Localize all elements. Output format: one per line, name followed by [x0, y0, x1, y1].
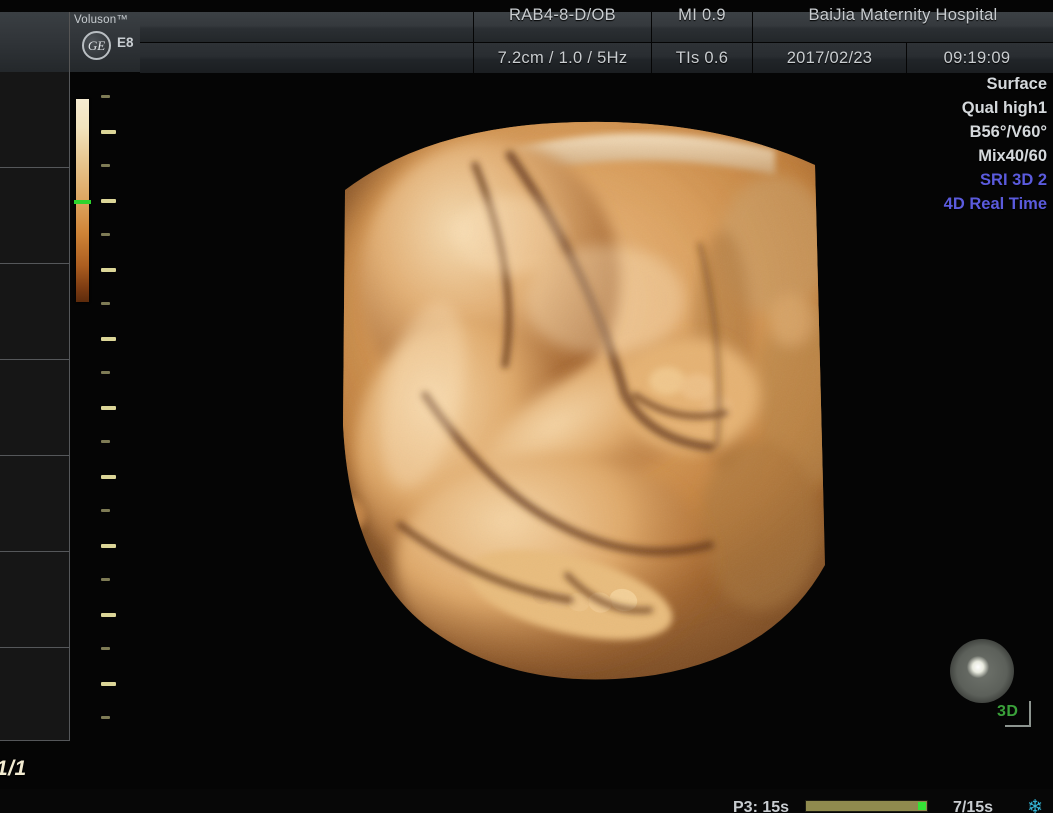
- page-indicator: 1/1: [0, 757, 27, 780]
- status-bar: P3: 15s 7/15s ❄: [0, 789, 1053, 813]
- axis-horizontal-icon: [1005, 725, 1031, 727]
- header-blank-left-row2: [140, 43, 473, 73]
- ruler-tick-major: [101, 681, 116, 686]
- ruler-tick-minor: [101, 647, 110, 650]
- cine-progress-bar[interactable]: [805, 800, 928, 812]
- header-blank-left-row1: [140, 12, 473, 42]
- ge-monogram-label: GE: [87, 38, 106, 53]
- ruler-tick-major: [101, 267, 116, 272]
- ruler-tick-minor: [101, 440, 110, 443]
- time-label: 09:19:09: [943, 49, 1011, 67]
- ruler-tick-minor: [101, 164, 110, 167]
- ruler-tick-minor: [101, 578, 110, 581]
- date-label: 2017/02/23: [786, 49, 873, 67]
- depth-ruler: [101, 95, 119, 735]
- list-item[interactable]: [0, 552, 69, 648]
- ruler-tick-major: [101, 198, 116, 203]
- depth-settings-label: 7.2cm / 1.0 / 5Hz: [497, 49, 628, 67]
- image-viewport[interactable]: [120, 75, 1053, 740]
- brand-label: Voluson™: [74, 14, 129, 26]
- param-mode: 4D Real Time: [943, 195, 1047, 213]
- freeze-icon[interactable]: ❄: [1027, 796, 1043, 813]
- render-parameters: Surface Qual high1 B56°/V60° Mix40/60 SR…: [944, 72, 1047, 216]
- tis-label: TIs 0.6: [675, 49, 729, 67]
- list-item[interactable]: [0, 456, 69, 552]
- probe-label: RAB4-8-D/OB: [509, 6, 616, 24]
- ge-logo-icon: GE: [82, 31, 111, 60]
- colorbar-marker[interactable]: [74, 200, 91, 204]
- ruler-tick-major: [101, 474, 116, 479]
- ruler-tick-minor: [101, 95, 110, 98]
- axis-vertical-icon: [1029, 701, 1031, 725]
- list-item[interactable]: [0, 264, 69, 360]
- clipboard-sidebar[interactable]: [0, 72, 70, 741]
- ruler-tick-major: [101, 336, 116, 341]
- ruler-tick-major: [101, 405, 116, 410]
- param-sri: SRI 3D 2: [980, 171, 1047, 189]
- ruler-tick-minor: [101, 371, 110, 374]
- list-item[interactable]: [0, 648, 69, 741]
- ruler-tick-minor: [101, 302, 110, 305]
- param-angles: B56°/V60°: [969, 123, 1047, 141]
- param-quality: Qual high1: [961, 99, 1047, 117]
- ruler-tick-minor: [101, 233, 110, 236]
- hospital-label: BaiJia Maternity Hospital: [808, 6, 998, 24]
- ruler-tick-minor: [101, 509, 110, 512]
- list-item[interactable]: [0, 168, 69, 264]
- ruler-tick-major: [101, 129, 116, 134]
- mi-label: MI 0.9: [678, 6, 726, 24]
- cine-progress-marker: [918, 802, 926, 810]
- light-highlight: [967, 656, 989, 678]
- list-item[interactable]: [0, 360, 69, 456]
- model-label: E8: [117, 35, 134, 50]
- ruler-tick-minor: [101, 716, 110, 719]
- orientation-marker: 3D: [997, 701, 1039, 735]
- ultrasound-screen: RAB4-8-D/OB MI 0.9 BaiJia Maternity Hosp…: [0, 0, 1053, 813]
- light-source-icon[interactable]: [950, 639, 1014, 703]
- ruler-tick-major: [101, 543, 116, 548]
- top-left-panel: [0, 12, 70, 72]
- fetal-3d-render: [343, 121, 825, 680]
- param-render-mode: Surface: [986, 75, 1047, 93]
- cine-start-label: P3: 15s: [733, 799, 790, 813]
- orientation-label: 3D: [997, 703, 1019, 720]
- cine-position-label: 7/15s: [953, 799, 994, 813]
- ruler-tick-major: [101, 612, 116, 617]
- param-mix: Mix40/60: [978, 147, 1047, 165]
- list-item[interactable]: [0, 72, 69, 168]
